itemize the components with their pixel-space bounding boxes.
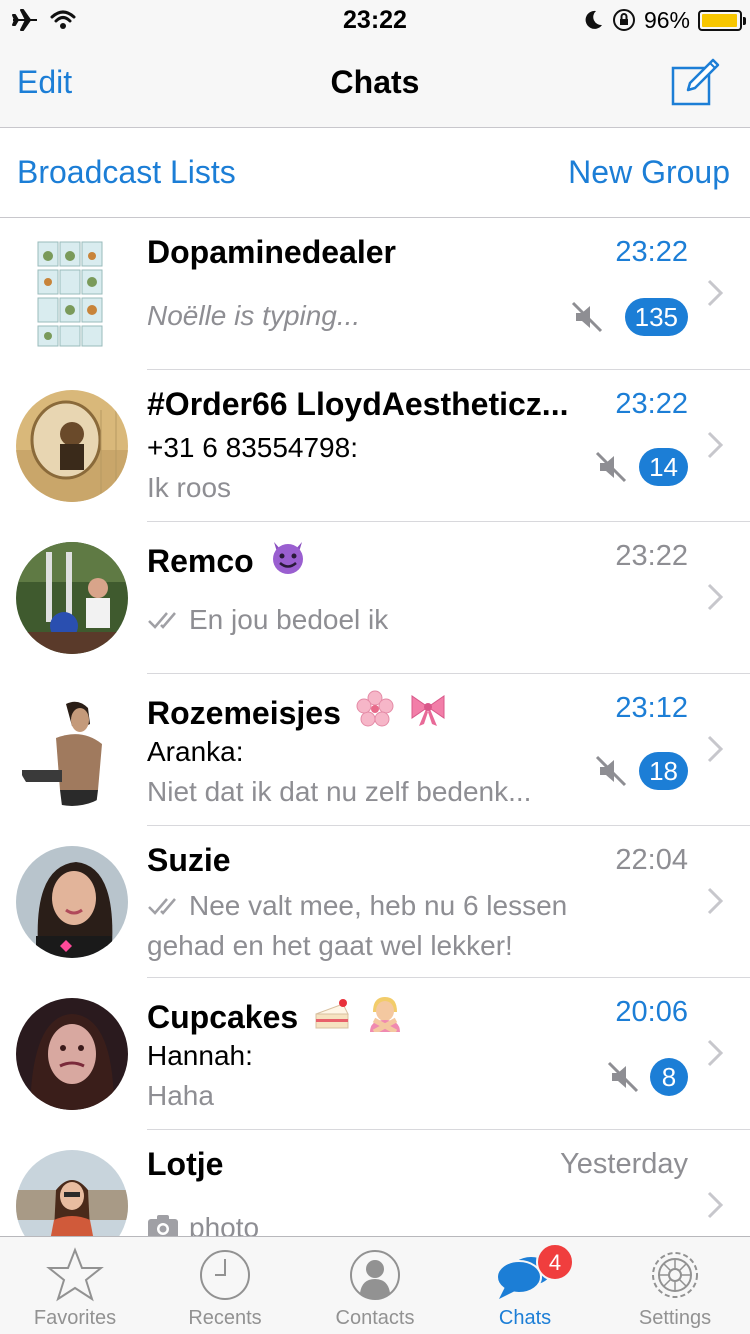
chevron-right-icon bbox=[707, 583, 724, 611]
ribbon-emoji bbox=[411, 695, 445, 726]
chat-message: Ik roos bbox=[147, 472, 232, 503]
chat-time: 23:12 bbox=[615, 692, 688, 724]
chat-name: #Order66 LloydAestheticz... bbox=[147, 386, 569, 422]
chat-list: Dopaminedealer 23:22 Noëlle is typing...… bbox=[0, 218, 750, 1236]
avatar bbox=[16, 1150, 128, 1236]
chat-message: Haha bbox=[147, 1080, 214, 1111]
tab-label: Settings bbox=[638, 1307, 712, 1329]
cherry-blossom-emoji bbox=[356, 690, 394, 727]
muted-icon bbox=[595, 755, 627, 787]
tab-recents[interactable]: Recents bbox=[150, 1237, 300, 1334]
chat-message: En jou bedoel ik bbox=[147, 604, 388, 636]
chat-sender: +31 6 83554798: bbox=[147, 432, 358, 463]
cake-slice-emoji bbox=[315, 999, 349, 1029]
chat-name-text: Remco bbox=[147, 543, 254, 579]
chevron-right-icon bbox=[707, 1039, 724, 1067]
chat-name-text: Cupcakes bbox=[147, 999, 299, 1035]
chat-message: Noëlle is typing... bbox=[147, 300, 361, 331]
unread-badge: 14 bbox=[639, 448, 688, 486]
smiling-devil-emoji bbox=[272, 542, 303, 574]
contacts-icon bbox=[350, 1250, 400, 1300]
tab-favorites[interactable]: Favorites bbox=[0, 1237, 150, 1334]
gear-icon bbox=[652, 1252, 698, 1298]
chat-message: Nee valt mee, heb nu 6 lessen gehad en h… bbox=[147, 886, 617, 966]
clock-icon bbox=[200, 1250, 250, 1300]
camera-icon bbox=[148, 1215, 178, 1236]
read-ticks-icon bbox=[148, 898, 176, 915]
chat-row-dopaminedealer[interactable]: Dopaminedealer 23:22 Noëlle is typing...… bbox=[0, 218, 750, 370]
chat-name: Cupcakes bbox=[147, 994, 404, 1036]
chat-row-order66[interactable]: #Order66 LloydAestheticz... 23:22 +31 6 … bbox=[0, 370, 750, 522]
avatar bbox=[16, 390, 128, 502]
muted-icon bbox=[595, 451, 627, 483]
broadcast-lists-button[interactable]: Broadcast Lists bbox=[17, 154, 236, 191]
muted-icon bbox=[607, 1061, 639, 1093]
unread-badge: 18 bbox=[639, 752, 688, 790]
page-title: Chats bbox=[330, 64, 420, 100]
chevron-right-icon bbox=[707, 279, 724, 307]
tab-label: Recents bbox=[188, 1307, 262, 1329]
tab-chats[interactable]: 4 Chats bbox=[450, 1237, 600, 1334]
chat-sender: Hannah: bbox=[147, 1040, 253, 1071]
chat-time: 23:22 bbox=[615, 236, 688, 268]
battery-percent: 96% bbox=[643, 6, 690, 33]
star-icon bbox=[46, 1247, 104, 1302]
status-bar: 23:22 96% bbox=[0, 0, 750, 40]
new-group-button[interactable]: New Group bbox=[568, 154, 730, 191]
avatar bbox=[16, 694, 128, 806]
nav-bar: Edit Chats bbox=[0, 40, 750, 128]
moon-icon bbox=[585, 10, 602, 29]
person-gesturing-no-emoji bbox=[369, 997, 400, 1032]
chat-name-text: Rozemeisjes bbox=[147, 695, 341, 731]
chat-name: Rozemeisjes bbox=[147, 690, 447, 732]
chat-time: 23:22 bbox=[615, 540, 688, 572]
battery-level bbox=[702, 13, 737, 27]
chevron-right-icon bbox=[707, 887, 724, 915]
chat-time: 23:22 bbox=[615, 388, 688, 420]
chat-row-remco[interactable]: Remco 23:22 En jou bedoel ik bbox=[0, 522, 750, 674]
chat-sender: Aranka: bbox=[147, 736, 244, 767]
tab-label: Favorites bbox=[33, 1307, 117, 1329]
tab-contacts[interactable]: Contacts bbox=[300, 1237, 450, 1334]
chevron-right-icon bbox=[707, 735, 724, 763]
chat-message-text: Nee valt mee, heb nu 6 lessen gehad en h… bbox=[147, 890, 568, 961]
avatar bbox=[16, 542, 128, 654]
status-right: 96% bbox=[582, 4, 746, 36]
tab-label: Contacts bbox=[335, 1307, 415, 1329]
unread-badge: 135 bbox=[624, 298, 688, 336]
unread-badge: 8 bbox=[650, 1058, 688, 1096]
chat-row-lotje[interactable]: Lotje Yesterday photo bbox=[0, 1130, 750, 1236]
avatar bbox=[16, 238, 128, 350]
chevron-right-icon bbox=[707, 1191, 724, 1219]
chat-message-text: photo bbox=[189, 1212, 260, 1236]
battery-icon bbox=[698, 9, 746, 31]
chat-row-suzie[interactable]: Suzie 22:04 Nee valt mee, heb nu 6 lesse… bbox=[0, 826, 750, 978]
chat-time: 22:04 bbox=[615, 844, 688, 876]
chat-name: Remco bbox=[147, 538, 307, 580]
rotation-lock-icon bbox=[612, 9, 635, 31]
chats-badge: 4 bbox=[536, 1243, 574, 1281]
avatar bbox=[16, 846, 128, 958]
chat-message-text: En jou bedoel ik bbox=[189, 604, 389, 635]
chat-name: Lotje bbox=[147, 1146, 224, 1182]
chat-row-rozemeisjes[interactable]: Rozemeisjes 23:12 Aranka: Niet dat ik da… bbox=[0, 674, 750, 826]
chat-time: Yesterday bbox=[560, 1148, 688, 1180]
tab-settings[interactable]: Settings bbox=[600, 1237, 750, 1334]
tab-label: Chats bbox=[498, 1307, 552, 1329]
muted-icon bbox=[571, 301, 603, 333]
tab-bar: Favorites Recents Contacts 4 Chats Setti… bbox=[0, 1236, 750, 1334]
compose-icon[interactable] bbox=[670, 58, 720, 108]
avatar bbox=[16, 998, 128, 1110]
chat-message: photo bbox=[147, 1212, 259, 1236]
chevron-right-icon bbox=[707, 431, 724, 459]
chat-name: Suzie bbox=[147, 842, 231, 878]
chat-time: 20:06 bbox=[615, 996, 688, 1028]
read-ticks-icon bbox=[148, 612, 176, 629]
chat-message: Niet dat ik dat nu zelf bedenk... bbox=[147, 776, 532, 807]
broadcast-bar: Broadcast Lists New Group bbox=[0, 128, 750, 218]
chat-name: Dopaminedealer bbox=[147, 234, 396, 270]
chat-row-cupcakes[interactable]: Cupcakes 20:06 Hannah: Haha 8 bbox=[0, 978, 750, 1130]
